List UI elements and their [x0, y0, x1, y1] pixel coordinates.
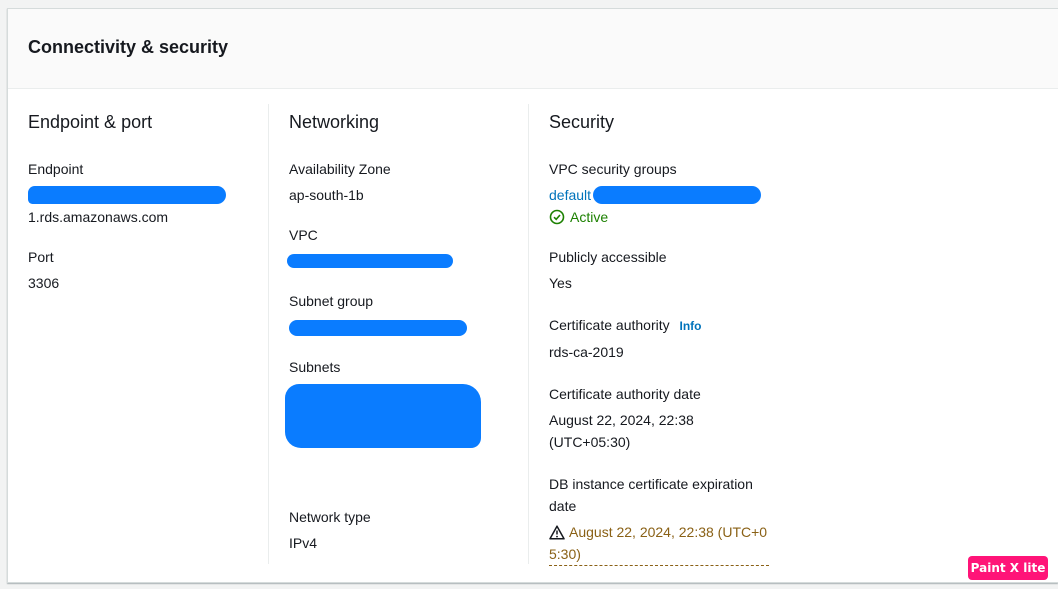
expiry-field: DB instance certificate expiration date … [549, 473, 828, 566]
ca-label-row: Certificate authority Info [549, 314, 828, 337]
public-label: Publicly accessible [549, 249, 667, 265]
endpoint-port-heading: Endpoint & port [28, 112, 153, 132]
ca-info-link[interactable]: Info [680, 319, 702, 333]
panel-header: Connectivity & security [8, 9, 1058, 89]
ca-date-value: August 22, 2024, 22:38 (UTC+05:30) [549, 409, 828, 453]
connectivity-security-panel: Connectivity & security Endpoint & port … [7, 8, 1058, 583]
vpc-sg-redaction [593, 186, 762, 204]
subnet-group-redaction [289, 320, 467, 336]
panel-title: Connectivity & security [28, 37, 229, 57]
vpc-sg-status-text: Active [570, 209, 609, 225]
expiry-value[interactable]: August 22, 2024, 22:38 (UTC+0 5:30) [549, 521, 769, 566]
ca-date-line1: August 22, 2024, 22:38 [549, 412, 694, 428]
ca-date-field: Certificate authority date August 22, 20… [549, 383, 828, 453]
endpoint-value: 1.rds.amazonaws.com [28, 209, 169, 225]
networking-heading: Networking [289, 112, 380, 132]
port-value: 3306 [28, 275, 60, 291]
az-field: Availability Zone ap-south-1b [289, 158, 528, 206]
endpoint-label: Endpoint [28, 161, 84, 177]
expiry-line1: August 22, 2024, 22:38 (UTC+0 [569, 524, 768, 540]
vpc-sg-field: VPC security groups default Active [549, 158, 828, 228]
security-heading: Security [549, 112, 615, 132]
az-value: ap-south-1b [289, 187, 364, 203]
subnets-redaction [285, 384, 481, 448]
network-type-label: Network type [289, 509, 371, 525]
ca-label: Certificate authority [549, 317, 670, 333]
network-type-field: Network type IPv4 [289, 506, 528, 554]
network-type-value: IPv4 [289, 535, 318, 551]
endpoint-port-column: Endpoint & port Endpoint 1.rds.amazonaws… [28, 104, 268, 564]
vpc-sg-link[interactable]: default [549, 184, 591, 206]
security-column: Security VPC security groups default Act… [528, 104, 828, 566]
ca-value: rds-ca-2019 [549, 344, 624, 360]
expiry-line2: 5:30) [549, 546, 581, 562]
check-circle-icon [549, 209, 565, 225]
ca-field: Certificate authority Info rds-ca-2019 [549, 314, 828, 363]
subnets-label: Subnets [289, 359, 341, 375]
port-label: Port [28, 249, 54, 265]
endpoint-redaction [28, 186, 226, 204]
vpc-field: VPC [287, 224, 528, 268]
vpc-redaction [287, 254, 453, 268]
vpc-sg-row: default [549, 184, 828, 206]
public-field: Publicly accessible Yes [549, 246, 828, 294]
az-label: Availability Zone [289, 161, 391, 177]
subnets-field: Subnets [285, 356, 528, 448]
ca-date-label: Certificate authority date [549, 386, 701, 402]
subnet-group-label: Subnet group [289, 293, 374, 309]
networking-column: Networking Availability Zone ap-south-1b… [268, 104, 528, 564]
vpc-label: VPC [289, 227, 318, 243]
endpoint-field: Endpoint 1.rds.amazonaws.com [28, 158, 268, 228]
expiry-label-line1: DB instance certificate expiration [549, 476, 753, 492]
warning-icon [549, 524, 565, 540]
port-field: Port 3306 [28, 246, 268, 294]
expiry-label-line2: date [549, 498, 577, 514]
vpc-sg-label: VPC security groups [549, 161, 677, 177]
paint-x-lite-badge: Paint X lite [968, 556, 1048, 580]
public-value: Yes [549, 275, 572, 291]
subnet-group-field: Subnet group [289, 290, 528, 336]
vpc-sg-status: Active [549, 206, 828, 228]
ca-date-line2: (UTC+05:30) [549, 434, 631, 450]
expiry-line1-row: August 22, 2024, 22:38 (UTC+0 [549, 521, 769, 543]
expiry-label: DB instance certificate expiration date [549, 473, 828, 517]
